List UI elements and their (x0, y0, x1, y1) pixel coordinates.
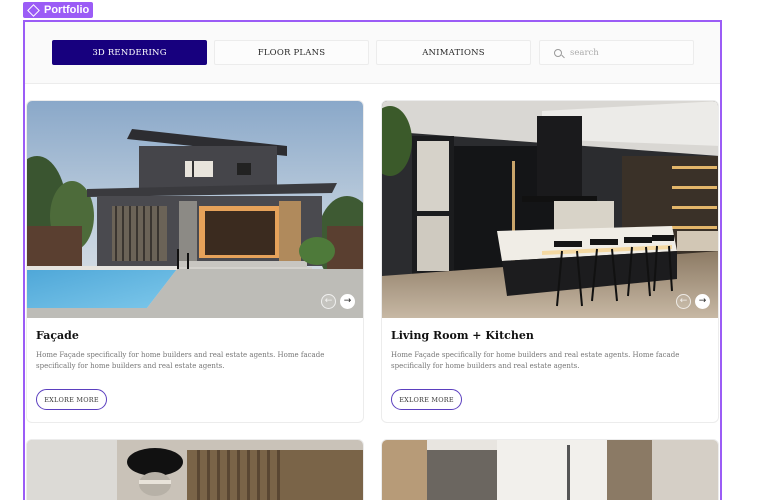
carousel-controls: ← → (676, 294, 710, 309)
tab-3d-rendering[interactable]: 3D RENDERING (52, 40, 207, 65)
card-title: Living Room + Kitchen (391, 329, 534, 342)
arrow-right-icon[interactable]: → (340, 294, 355, 309)
search-box[interactable] (539, 40, 694, 65)
frame-label: Portfolio (23, 2, 94, 18)
card-title: Façade (36, 329, 79, 342)
tab-floor-plans[interactable]: FLOOR PLANS (214, 40, 369, 65)
card-description: Home Façade specifically for home builde… (391, 351, 680, 370)
search-icon (554, 48, 562, 57)
portfolio-nav: 3D RENDERING FLOOR PLANS ANIMATIONS (25, 22, 720, 84)
search-input[interactable] (570, 47, 680, 58)
frame-label-text: Portfolio (44, 4, 90, 16)
portfolio-section: 3D RENDERING FLOOR PLANS ANIMATIONS sear… (23, 20, 722, 500)
arrow-left-icon[interactable]: ← (676, 294, 691, 309)
bedroom-image (27, 440, 363, 500)
explore-more-button[interactable]: EXLORE MORE (36, 389, 107, 410)
carousel-controls: ← → (321, 294, 355, 309)
portfolio-card-4 (381, 439, 719, 500)
diamond-icon (27, 3, 40, 17)
portfolio-card-facade: ← → Façade Home Façade specifically for … (26, 100, 364, 423)
kitchen-image: ← → (382, 101, 718, 318)
arrow-left-icon[interactable]: ← (321, 294, 336, 309)
tab-animations[interactable]: ANIMATIONS (376, 40, 531, 65)
portfolio-card-3 (26, 439, 364, 500)
bathroom-image (382, 440, 718, 500)
portfolio-card-living-kitchen: ← → Living Room + Kitchen Home Façade sp… (381, 100, 719, 423)
arrow-right-icon[interactable]: → (695, 294, 710, 309)
explore-more-button[interactable]: EXLORE MORE (391, 389, 462, 410)
card-description: Home Façade specifically for home builde… (36, 351, 325, 370)
facade-image: ← → (27, 101, 363, 318)
